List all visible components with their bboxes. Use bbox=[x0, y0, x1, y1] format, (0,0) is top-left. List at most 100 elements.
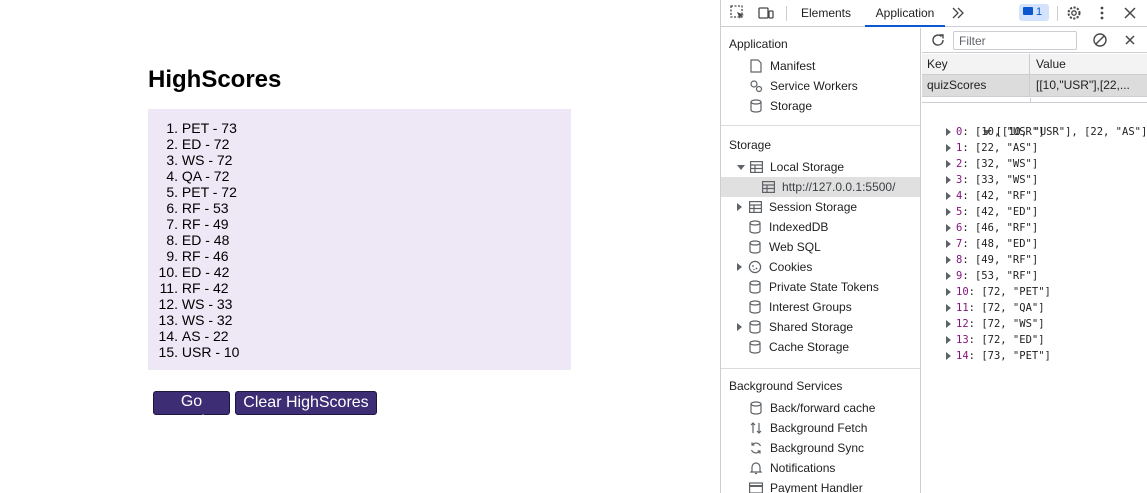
sidebar-item-cache-storage[interactable]: Cache Storage bbox=[737, 337, 849, 357]
list-item-score: RF - 49 bbox=[181, 216, 229, 232]
collapsed-arrow-icon[interactable] bbox=[946, 176, 951, 184]
preview-entry[interactable]: 7: [48, "ED"] bbox=[946, 236, 1038, 252]
filter-input[interactable] bbox=[953, 31, 1077, 50]
collapsed-arrow-icon[interactable] bbox=[946, 336, 951, 344]
tab-application[interactable]: Application bbox=[865, 0, 945, 27]
collapsed-arrow-icon[interactable] bbox=[737, 263, 742, 271]
collapsed-arrow-icon[interactable] bbox=[946, 208, 951, 216]
issues-badge[interactable]: 1 bbox=[1019, 4, 1049, 21]
tab-elements[interactable]: Elements bbox=[795, 0, 857, 27]
section-divider bbox=[721, 368, 920, 369]
collapsed-arrow-icon[interactable] bbox=[946, 160, 951, 168]
sidebar-item-session-storage[interactable]: Session Storage bbox=[737, 197, 857, 217]
preview-entry-value: [10, "USR"] bbox=[974, 126, 1045, 138]
sidebar-item-label: Notifications bbox=[770, 461, 836, 475]
section-title-storage: Storage bbox=[729, 138, 772, 152]
expanded-arrow-icon[interactable] bbox=[737, 164, 745, 170]
sidebar-item-storage[interactable]: Storage bbox=[749, 96, 812, 116]
sidebar-item-service-workers[interactable]: Service Workers bbox=[749, 76, 858, 96]
preview-entry[interactable]: 4: [42, "RF"] bbox=[946, 188, 1038, 204]
preview-entry[interactable]: 6: [46, "RF"] bbox=[946, 220, 1038, 236]
sidebar-item-interest-groups[interactable]: Interest Groups bbox=[737, 297, 852, 317]
clear-highscores-button[interactable]: Clear HighScores bbox=[235, 391, 377, 415]
collapsed-arrow-icon[interactable] bbox=[946, 144, 951, 152]
preview-entry-value: [46, "RF"] bbox=[974, 222, 1039, 234]
collapsed-arrow-icon[interactable] bbox=[946, 256, 951, 264]
go-back-button[interactable]: Go Back bbox=[153, 391, 230, 430]
sidebar-item-shared-storage[interactable]: Shared Storage bbox=[737, 317, 853, 337]
sidebar-item-background-fetch[interactable]: Background Fetch bbox=[749, 418, 867, 438]
preview-entry[interactable]: 11: [72, "QA"] bbox=[946, 300, 1045, 316]
sidebar-item-cookies[interactable]: Cookies bbox=[737, 257, 812, 277]
collapsed-arrow-icon[interactable] bbox=[946, 272, 951, 280]
more-options-icon[interactable] bbox=[1093, 4, 1111, 22]
preview-root-line[interactable]: [[10, "USR"], [22, "AS"], [32, bbox=[932, 108, 1147, 138]
collapsed-arrow-icon[interactable] bbox=[946, 224, 951, 232]
preview-entry[interactable]: 8: [49, "RF"] bbox=[946, 252, 1038, 268]
device-toggle-icon[interactable] bbox=[757, 4, 775, 22]
preview-entry[interactable]: 12: [72, "WS"] bbox=[946, 316, 1045, 332]
collapsed-arrow-icon[interactable] bbox=[946, 320, 951, 328]
sidebar-item-local-storage[interactable]: Local Storage bbox=[737, 157, 844, 177]
sidebar-item-background-sync[interactable]: Background Sync bbox=[749, 438, 864, 458]
sidebar-item-label: Service Workers bbox=[770, 79, 858, 93]
preview-entry[interactable]: 9: [53, "RF"] bbox=[946, 268, 1038, 284]
collapsed-arrow-icon[interactable] bbox=[737, 203, 742, 211]
list-item-score: ED - 42 bbox=[181, 264, 230, 280]
preview-entry[interactable]: 5: [42, "ED"] bbox=[946, 204, 1038, 220]
grid-header: Key Value bbox=[922, 54, 1147, 75]
list-item-score: WS - 32 bbox=[181, 312, 233, 328]
sidebar-item-payment-handler[interactable]: Payment Handler bbox=[749, 478, 863, 493]
list-item: 14. AS - 22 bbox=[148, 328, 239, 344]
preview-entry[interactable]: 1: [22, "AS"] bbox=[946, 140, 1038, 156]
sidebar-item-indexeddb[interactable]: IndexedDB bbox=[737, 217, 828, 237]
preview-entry[interactable]: 10: [72, "PET"] bbox=[946, 284, 1051, 300]
list-item-score: RF - 53 bbox=[181, 200, 229, 216]
list-item-number: 11. bbox=[159, 280, 178, 296]
sidebar-item-origin[interactable]: http://127.0.0.1:5500/ bbox=[721, 177, 920, 197]
preview-entry[interactable]: 2: [32, "WS"] bbox=[946, 156, 1038, 172]
preview-entry[interactable]: 13: [72, "ED"] bbox=[946, 332, 1045, 348]
preview-entry-value: [33, "WS"] bbox=[974, 174, 1039, 186]
preview-entry-value: [72, "PET"] bbox=[981, 286, 1051, 298]
devtools-toolbar: Elements Application 1 bbox=[721, 0, 1147, 27]
sidebar-item-private-state-tokens[interactable]: Private State Tokens bbox=[737, 277, 879, 297]
refresh-icon[interactable] bbox=[930, 32, 946, 51]
row-value[interactable]: [[10,"USR"],[22,... bbox=[1031, 75, 1147, 96]
database-icon bbox=[749, 401, 763, 415]
application-sidebar: Application Manifest Service Workers Sto… bbox=[721, 28, 921, 493]
sidebar-item-label: Shared Storage bbox=[769, 320, 854, 334]
list-item-number: 12. bbox=[158, 296, 178, 312]
sidebar-item-manifest[interactable]: Manifest bbox=[749, 56, 815, 76]
delete-selected-icon[interactable] bbox=[1122, 32, 1138, 51]
clear-all-icon[interactable] bbox=[1092, 32, 1108, 51]
sidebar-item-back-forward-cache[interactable]: Back/forward cache bbox=[749, 398, 875, 418]
list-item: 11. RF - 42 bbox=[148, 280, 239, 296]
preview-entry[interactable]: 14: [73, "PET"] bbox=[946, 348, 1051, 364]
collapsed-arrow-icon[interactable] bbox=[946, 304, 951, 312]
close-devtools-icon[interactable] bbox=[1121, 4, 1139, 22]
preview-entry[interactable]: 0: [10, "USR"] bbox=[946, 124, 1045, 140]
collapsed-arrow-icon[interactable] bbox=[946, 288, 951, 296]
inspect-element-icon[interactable] bbox=[729, 4, 747, 22]
column-header-value[interactable]: Value bbox=[1031, 54, 1147, 74]
table-icon bbox=[761, 180, 775, 194]
collapsed-arrow-icon[interactable] bbox=[946, 352, 951, 360]
column-header-key[interactable]: Key bbox=[922, 54, 1030, 74]
collapsed-arrow-icon[interactable] bbox=[946, 240, 951, 248]
preview-entry[interactable]: 3: [33, "WS"] bbox=[946, 172, 1038, 188]
collapsed-arrow-icon[interactable] bbox=[737, 323, 742, 331]
bell-icon bbox=[749, 461, 763, 475]
collapsed-arrow-icon[interactable] bbox=[946, 128, 951, 136]
list-item: 2. ED - 72 bbox=[148, 136, 239, 152]
table-row[interactable]: quizScores [[10,"USR"],[22,... bbox=[922, 75, 1147, 97]
settings-gear-icon[interactable] bbox=[1065, 4, 1083, 22]
row-key[interactable]: quizScores bbox=[922, 75, 1030, 96]
sidebar-item-label: Web SQL bbox=[769, 240, 821, 254]
sidebar-item-web-sql[interactable]: Web SQL bbox=[737, 237, 821, 257]
list-item-number: 9. bbox=[166, 248, 178, 264]
sidebar-item-notifications[interactable]: Notifications bbox=[749, 458, 835, 478]
section-title-application: Application bbox=[729, 37, 788, 51]
more-tabs-icon[interactable] bbox=[949, 4, 967, 22]
collapsed-arrow-icon[interactable] bbox=[946, 192, 951, 200]
